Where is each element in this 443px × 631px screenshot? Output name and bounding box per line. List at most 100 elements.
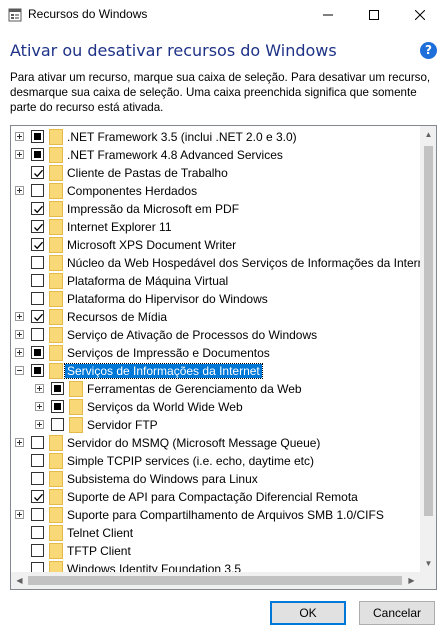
feature-row[interactable]: Recursos de Mídia [11, 308, 420, 326]
expand-plus-icon[interactable] [15, 312, 24, 321]
feature-checkbox[interactable] [31, 454, 44, 467]
feature-checkbox[interactable] [31, 220, 44, 233]
feature-checkbox[interactable] [31, 526, 44, 539]
feature-checkbox[interactable] [31, 310, 44, 323]
feature-row[interactable]: Serviço de Ativação de Processos do Wind… [11, 326, 420, 344]
feature-row[interactable]: Servidor FTP [11, 416, 420, 434]
help-icon[interactable]: ? [420, 42, 437, 59]
feature-checkbox[interactable] [51, 382, 64, 395]
feature-row[interactable]: Internet Explorer 11 [11, 218, 420, 236]
feature-row[interactable]: Telnet Client [11, 524, 420, 542]
feature-checkbox[interactable] [31, 256, 44, 269]
feature-row[interactable]: Serviços da World Wide Web [11, 398, 420, 416]
feature-row[interactable]: Ferramentas de Gerenciamento da Web [11, 380, 420, 398]
feature-label: TFTP Client [67, 544, 131, 558]
feature-row[interactable]: Suporte para Compartilhamento de Arquivo… [11, 506, 420, 524]
expand-plus-icon[interactable] [15, 132, 24, 141]
feature-label: Ferramentas de Gerenciamento da Web [87, 382, 302, 396]
feature-row[interactable]: Núcleo da Web Hospedável dos Serviços de… [11, 254, 420, 272]
expand-plus-icon[interactable] [15, 150, 24, 159]
ok-button[interactable]: OK [270, 601, 346, 625]
feature-checkbox[interactable] [31, 472, 44, 485]
collapse-minus-icon[interactable] [15, 366, 24, 375]
folder-icon [69, 399, 83, 415]
minimize-button[interactable] [305, 0, 351, 30]
horizontal-scroll-thumb[interactable] [28, 576, 402, 585]
expand-plus-icon[interactable] [15, 510, 24, 519]
feature-row[interactable]: Windows Identity Foundation 3.5 [11, 560, 420, 572]
close-button[interactable] [397, 0, 443, 30]
feature-row[interactable]: Servidor do MSMQ (Microsoft Message Queu… [11, 434, 420, 452]
folder-icon [49, 363, 63, 379]
expand-plus-icon[interactable] [15, 330, 24, 339]
feature-checkbox[interactable] [31, 166, 44, 179]
feature-row[interactable]: Impressão da Microsoft em PDF [11, 200, 420, 218]
feature-checkbox[interactable] [31, 202, 44, 215]
feature-row[interactable]: Simple TCPIP services (i.e. echo, daytim… [11, 452, 420, 470]
feature-label: Internet Explorer 11 [67, 220, 172, 234]
feature-label: Microsoft XPS Document Writer [67, 238, 237, 252]
feature-row[interactable]: Microsoft XPS Document Writer [11, 236, 420, 254]
feature-checkbox[interactable] [31, 328, 44, 341]
horizontal-scrollbar[interactable]: ◀ ▶ [11, 572, 420, 589]
checkmark-icon [34, 205, 43, 214]
feature-checkbox[interactable] [31, 346, 44, 359]
feature-row[interactable]: Componentes Herdados [11, 182, 420, 200]
checkmark-icon [34, 169, 43, 178]
feature-row[interactable]: Suporte de API para Compactação Diferenc… [11, 488, 420, 506]
scroll-left-arrow-icon[interactable]: ◀ [11, 572, 28, 589]
vertical-scroll-thumb[interactable] [424, 146, 433, 516]
feature-checkbox[interactable] [31, 364, 44, 377]
feature-checkbox[interactable] [31, 130, 44, 143]
feature-checkbox[interactable] [31, 238, 44, 251]
feature-label: Serviço de Ativação de Processos do Wind… [67, 328, 318, 342]
feature-row[interactable]: .NET Framework 3.5 (inclui .NET 2.0 e 3.… [11, 128, 420, 146]
feature-row[interactable]: Serviços de Impressão e Documentos [11, 344, 420, 362]
feature-checkbox[interactable] [31, 148, 44, 161]
feature-row[interactable]: Serviços de Informações da Internet [11, 362, 420, 380]
expand-plus-icon[interactable] [35, 402, 44, 411]
folder-icon [69, 417, 83, 433]
feature-checkbox[interactable] [31, 292, 44, 305]
scroll-right-arrow-icon[interactable]: ▶ [403, 572, 420, 589]
feature-row[interactable]: Subsistema do Windows para Linux [11, 470, 420, 488]
feature-row[interactable]: Plataforma de Máquina Virtual [11, 272, 420, 290]
features-tree[interactable]: .NET Framework 3.5 (inclui .NET 2.0 e 3.… [10, 125, 437, 590]
folder-icon [49, 435, 63, 451]
feature-row[interactable]: Cliente de Pastas de Trabalho [11, 164, 420, 182]
folder-icon [49, 489, 63, 505]
expand-plus-icon[interactable] [15, 186, 24, 195]
folder-icon [49, 291, 63, 307]
feature-row[interactable]: .NET Framework 4.8 Advanced Services [11, 146, 420, 164]
feature-checkbox[interactable] [51, 400, 64, 413]
folder-icon [49, 129, 63, 145]
folder-icon [49, 255, 63, 271]
feature-checkbox[interactable] [31, 562, 44, 572]
folder-icon [69, 381, 83, 397]
feature-checkbox[interactable] [31, 544, 44, 557]
vertical-scrollbar[interactable]: ▲ ▼ [420, 126, 436, 572]
feature-label: Suporte para Compartilhamento de Arquivo… [67, 508, 384, 522]
feature-checkbox[interactable] [31, 274, 44, 287]
app-icon [8, 8, 22, 22]
expand-plus-icon[interactable] [35, 420, 44, 429]
feature-checkbox[interactable] [31, 490, 44, 503]
folder-icon [49, 507, 63, 523]
expand-plus-icon[interactable] [15, 438, 24, 447]
title-bar: Recursos do Windows [0, 0, 443, 30]
feature-checkbox[interactable] [31, 436, 44, 449]
scroll-up-arrow-icon[interactable]: ▲ [420, 126, 436, 143]
feature-checkbox[interactable] [31, 184, 44, 197]
feature-checkbox[interactable] [31, 508, 44, 521]
feature-label: Impressão da Microsoft em PDF [67, 202, 240, 216]
scroll-down-arrow-icon[interactable]: ▼ [420, 555, 436, 572]
feature-row[interactable]: TFTP Client [11, 542, 420, 560]
feature-checkbox[interactable] [51, 418, 64, 431]
feature-row[interactable]: Plataforma do Hipervisor do Windows [11, 290, 420, 308]
feature-label: .NET Framework 4.8 Advanced Services [67, 148, 283, 162]
cancel-button[interactable]: Cancelar [359, 601, 435, 625]
expand-plus-icon[interactable] [15, 348, 24, 357]
expand-plus-icon[interactable] [35, 384, 44, 393]
minimize-icon [323, 14, 333, 16]
maximize-button[interactable] [351, 0, 397, 30]
